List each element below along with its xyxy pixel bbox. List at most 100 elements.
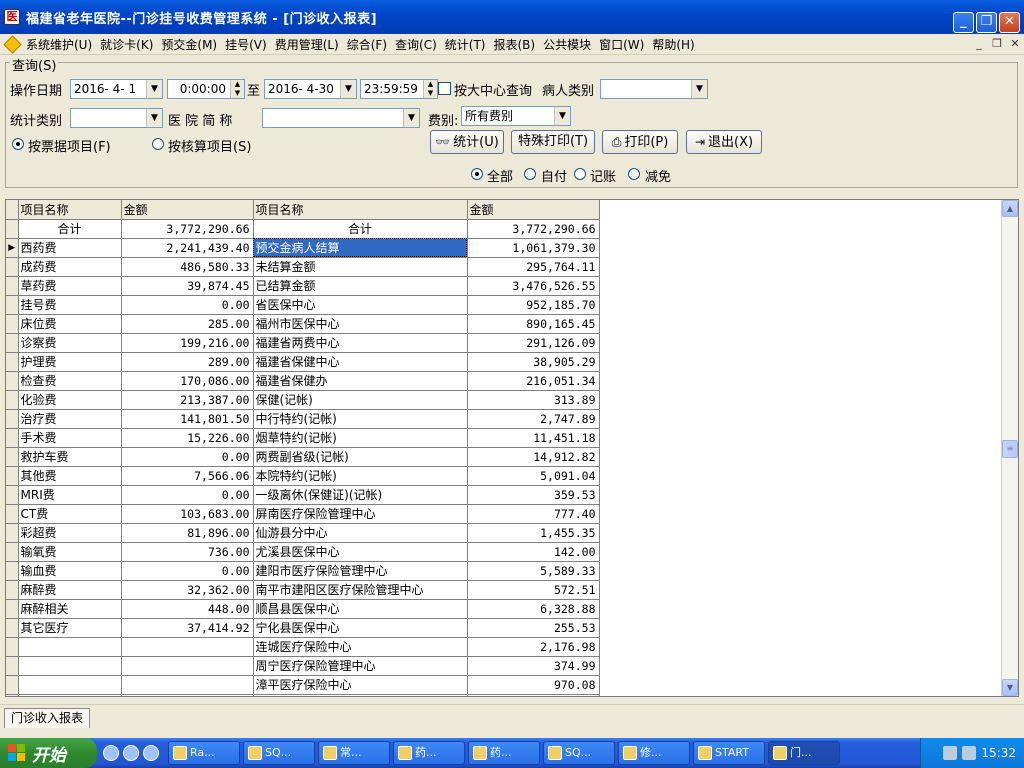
window-title-bar[interactable]: 医 福建省老年医院--门诊挂号收费管理系统 - [门诊收入报表] _ ❐ ✕	[0, 0, 1024, 34]
table-row[interactable]: 麻醉相关 448.00 顺昌县医保中心 6,328.88	[6, 599, 600, 619]
cell-item-name-1[interactable]: MRI费	[18, 485, 122, 505]
row-indicator[interactable]	[6, 618, 19, 638]
close-button[interactable]: ✕	[999, 12, 1020, 33]
table-row[interactable]: 麻醉费 32,362.00 南平市建阳区医疗保险管理中心 572.51	[6, 580, 600, 600]
cell-item-name-2[interactable]: 预交金病人结算	[253, 238, 468, 258]
table-row[interactable]: ▶ 西药费 2,241,439.40 预交金病人结算 1,061,379.30	[6, 238, 600, 258]
radio-pay-self[interactable]	[524, 168, 536, 180]
row-indicator[interactable]	[6, 580, 19, 600]
cell-item-name-2[interactable]: 省医保中心	[253, 295, 468, 315]
cell-item-name-2[interactable]: 已结算金额	[253, 276, 468, 296]
chevron-down-icon[interactable]: ▼	[691, 80, 707, 98]
row-indicator[interactable]	[6, 352, 19, 372]
radio-pay-all[interactable]	[471, 168, 483, 180]
row-indicator[interactable]	[6, 371, 19, 391]
cell-amount-2[interactable]: 295,764.11	[467, 257, 600, 277]
cell-item-name-1[interactable]: 输血费	[18, 561, 122, 581]
cell-amount-1[interactable]	[121, 656, 254, 676]
cell-item-name-2[interactable]: 烟草特约(记帐)	[253, 428, 468, 448]
radio-pay-account[interactable]	[574, 168, 586, 180]
row-indicator[interactable]	[6, 675, 19, 695]
network-icon[interactable]	[962, 746, 977, 760]
exit-button[interactable]: ⇥ 退出(X)	[686, 130, 762, 154]
cell-item-name-1[interactable]: 治疗费	[18, 409, 122, 429]
task-button-8[interactable]: START	[693, 741, 765, 765]
cell-amount-1[interactable]: 486,580.33	[121, 257, 254, 277]
cell-item-name-1[interactable]: CT费	[18, 504, 122, 524]
row-indicator[interactable]	[6, 257, 19, 277]
table-row[interactable]: 连城医疗保险中心 2,176.98	[6, 637, 600, 657]
start-date-picker[interactable]: 2016- 4- 1 ▼	[70, 79, 163, 99]
cell-amount-1[interactable]: 15,226.00	[121, 428, 254, 448]
cell-item-name-1[interactable]	[18, 656, 122, 676]
col-header-item-name-1[interactable]: 项目名称	[18, 200, 122, 220]
cell-item-name-1[interactable]: 彩超费	[18, 523, 122, 543]
cell-amount-1[interactable]: 141,801.50	[121, 409, 254, 429]
cell-item-name-1[interactable]: 其它医疗	[18, 618, 122, 638]
row-indicator[interactable]	[6, 637, 19, 657]
cell-amount-2[interactable]: 313.89	[467, 390, 600, 410]
cell-amount-1[interactable]: 37,414.92	[121, 618, 254, 638]
task-button-3[interactable]: 常...	[318, 741, 390, 765]
cell-amount-1[interactable]: 7,566.06	[121, 466, 254, 486]
menu-query[interactable]: 查询(C)	[393, 36, 443, 53]
cell-amount-2[interactable]: 14,912.82	[467, 447, 600, 467]
menu-register[interactable]: 挂号(V)	[223, 36, 273, 53]
system-menu-icon[interactable]	[4, 36, 20, 52]
menu-window[interactable]: 窗口(W)	[597, 36, 650, 53]
menu-fee[interactable]: 费用管理(L)	[273, 36, 345, 53]
table-row[interactable]: 成药费 486,580.33 未结算金额 295,764.11	[6, 257, 600, 277]
chevron-down-icon[interactable]: ▼	[403, 109, 419, 127]
row-indicator[interactable]	[6, 295, 19, 315]
table-row[interactable]: MRI费 0.00 一级离休(保健证)(记帐) 359.53	[6, 485, 600, 505]
cell-amount-1[interactable]: 0.00	[121, 295, 254, 315]
cell-item-name-1[interactable]: 化验费	[18, 390, 122, 410]
row-indicator[interactable]	[6, 599, 19, 619]
cell-item-name-1[interactable]: 救护车费	[18, 447, 122, 467]
cell-item-name-2[interactable]: 顺昌县医保中心	[253, 599, 468, 619]
cell-amount-2[interactable]: 3,772,290.66	[467, 219, 600, 239]
cell-amount-1[interactable]: 0.00	[121, 485, 254, 505]
row-indicator[interactable]	[6, 561, 19, 581]
cell-item-name-2[interactable]: 保健(记帐)	[253, 390, 468, 410]
table-row[interactable]: 化验费 213,387.00 保健(记帐) 313.89	[6, 390, 600, 410]
app-icon[interactable]: 医	[4, 9, 20, 25]
cell-amount-1[interactable]	[121, 675, 254, 695]
cell-amount-2[interactable]: 38,905.29	[467, 352, 600, 372]
cell-item-name-1[interactable]: 成药费	[18, 257, 122, 277]
row-indicator[interactable]	[6, 656, 19, 676]
cell-item-name-2[interactable]: 福建省两费中心	[253, 333, 468, 353]
scroll-thumb[interactable]: ≡	[1002, 440, 1018, 458]
table-row[interactable]: 救护车费 0.00 两费副省级(记帐) 14,912.82	[6, 447, 600, 467]
cell-amount-1[interactable]: 285.00	[121, 314, 254, 334]
cell-amount-2[interactable]: 777.40	[467, 504, 600, 524]
row-indicator[interactable]	[6, 390, 19, 410]
cell-item-name-1[interactable]: 草药费	[18, 276, 122, 296]
task-button-6[interactable]: SQ...	[543, 741, 615, 765]
col-header-amount-1[interactable]: 金额	[121, 200, 254, 220]
task-button-1[interactable]: Ra...	[168, 741, 240, 765]
cell-item-name-2[interactable]: 中行特约(记帐)	[253, 409, 468, 429]
current-row-indicator-icon[interactable]: ▶	[6, 238, 19, 258]
maximize-button[interactable]: ❐	[976, 12, 997, 33]
ie-icon[interactable]	[103, 745, 119, 761]
radio-pay-relief[interactable]	[628, 168, 640, 180]
cell-item-name-2[interactable]: 福州市医保中心	[253, 314, 468, 334]
cell-item-name-2[interactable]: 合计	[253, 219, 468, 239]
hospital-select[interactable]: ▼	[262, 108, 420, 128]
row-indicator[interactable]	[6, 447, 19, 467]
mdi-close-button[interactable]: ✕	[1008, 37, 1022, 51]
mdi-restore-button[interactable]: ❐	[990, 37, 1004, 51]
cell-amount-1[interactable]: 39,874.45	[121, 276, 254, 296]
cell-amount-1[interactable]: 0.00	[121, 561, 254, 581]
special-print-button[interactable]: 特殊打印(T)	[511, 130, 595, 154]
cell-item-name-2[interactable]: 尤溪县医保中心	[253, 542, 468, 562]
cell-item-name-2[interactable]: 屏南医疗保险管理中心	[253, 504, 468, 524]
table-row[interactable]: 治疗费 141,801.50 中行特约(记帐) 2,747.89	[6, 409, 600, 429]
cell-item-name-1[interactable]: 其他费	[18, 466, 122, 486]
cell-amount-1[interactable]: 213,387.00	[121, 390, 254, 410]
row-indicator[interactable]	[6, 485, 19, 505]
cell-amount-2[interactable]: 3,476,526.55	[467, 276, 600, 296]
table-row[interactable]: 手术费 15,226.00 烟草特约(记帐) 11,451.18	[6, 428, 600, 448]
table-row[interactable]: 草药费 39,874.45 已结算金额 3,476,526.55	[6, 276, 600, 296]
